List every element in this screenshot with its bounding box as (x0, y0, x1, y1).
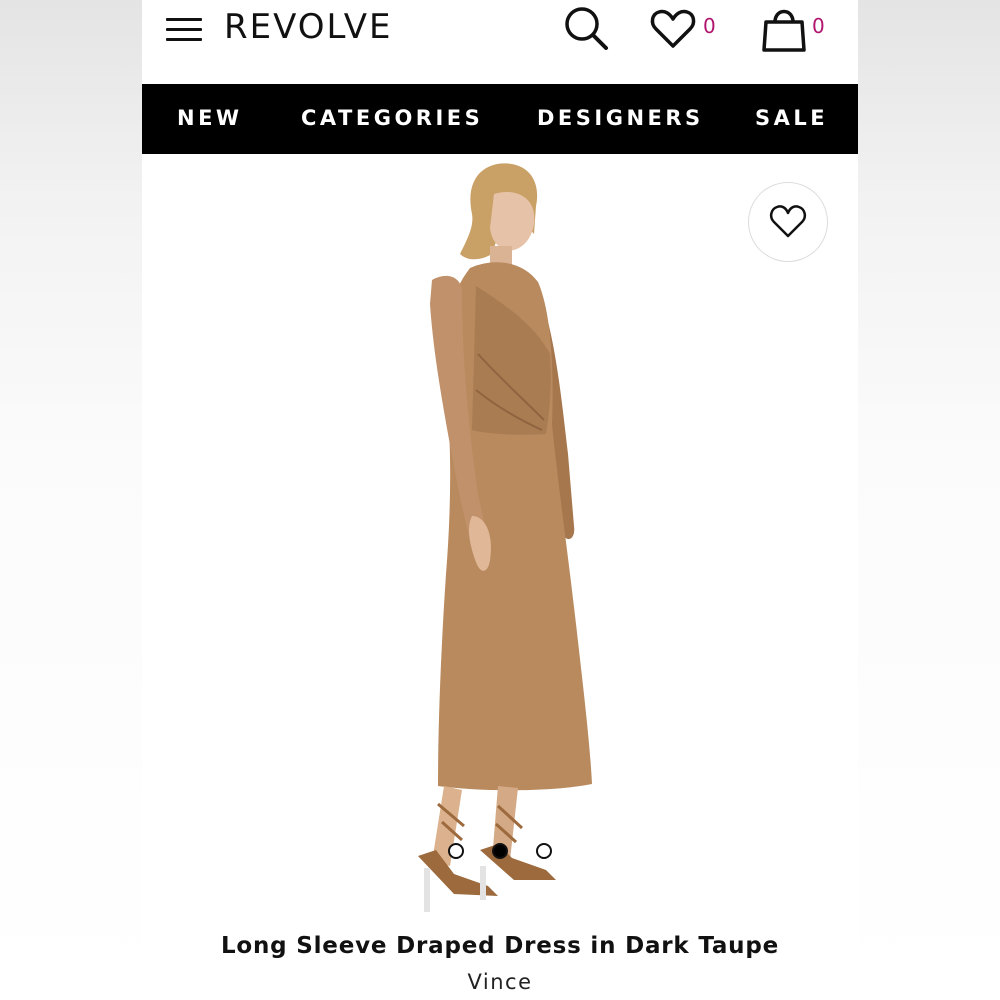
product-image-carousel[interactable] (142, 154, 858, 918)
hamburger-menu-button[interactable] (164, 16, 204, 44)
carousel-dot[interactable] (536, 843, 552, 859)
bag-count: 0 (812, 14, 825, 38)
add-to-favorites-button[interactable] (748, 182, 828, 262)
product-page: REVOLVE 0 0 NEW CATEGORIES DESIGNERS SAL… (142, 0, 858, 1000)
wishlist-count: 0 (703, 14, 716, 38)
carousel-dot[interactable] (448, 843, 464, 859)
nav-item-categories[interactable]: CATEGORIES (301, 106, 483, 130)
site-header: REVOLVE 0 0 (142, 0, 858, 84)
shopping-bag-button[interactable] (760, 2, 808, 54)
carousel-dot-active[interactable] (492, 843, 508, 859)
carousel-pagination (448, 843, 552, 859)
wishlist-button[interactable] (648, 4, 698, 54)
category-nav-bar: NEW CATEGORIES DESIGNERS SALE (142, 84, 858, 154)
search-icon (565, 7, 608, 50)
nav-item-new[interactable]: NEW (177, 106, 243, 130)
hamburger-line (166, 38, 202, 41)
search-button[interactable] (562, 2, 612, 52)
heart-icon (769, 205, 807, 238)
nav-item-designers[interactable]: DESIGNERS (537, 106, 704, 130)
product-title: Long Sleeve Draped Dress in Dark Taupe (220, 933, 780, 959)
hamburger-menu-icon (166, 18, 202, 21)
heart-icon (650, 9, 696, 48)
hamburger-line (166, 28, 202, 31)
shopping-bag-icon (762, 9, 806, 52)
revolve-logo[interactable]: REVOLVE (224, 7, 392, 47)
product-photo-model-in-dress (418, 163, 592, 912)
nav-item-sale[interactable]: SALE (755, 106, 828, 130)
product-brand[interactable]: Vince (142, 970, 858, 994)
